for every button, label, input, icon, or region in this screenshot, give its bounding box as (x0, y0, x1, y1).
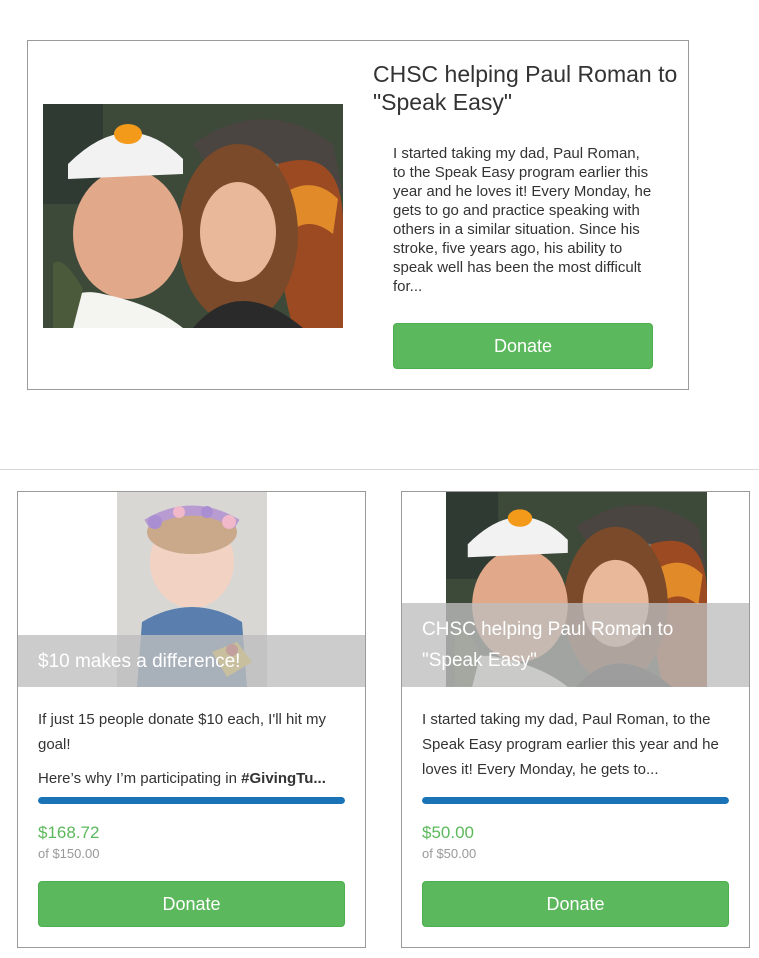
card-description: If just 15 people donate $10 each, I'll … (38, 711, 327, 753)
campaign-card: CHSC helping Paul Roman to "Speak Easy" … (401, 491, 750, 948)
campaign-title[interactable]: CHSC helping Paul Roman to "Speak Easy" (373, 60, 678, 116)
featured-campaign-card: CHSC helping Paul Roman to "Speak Easy" … (27, 40, 689, 390)
donate-button[interactable]: Donate (393, 323, 653, 369)
progress-fill (422, 797, 729, 804)
progress-fill (38, 797, 345, 804)
donate-button[interactable]: Donate (38, 881, 345, 927)
card-participating-text: Here’s why I’m participating in #GivingT… (38, 766, 348, 791)
card-description: I started taking my dad, Paul Roman, to … (422, 711, 719, 778)
campaign-description: I started taking my dad, Paul Roman, to … (393, 145, 652, 295)
selfie-photo-icon (43, 104, 343, 328)
raised-amount: $168.72 (38, 823, 100, 842)
campaign-card-media[interactable]: $10 makes a difference! (18, 492, 365, 687)
campaign-card-media[interactable]: CHSC helping Paul Roman to "Speak Easy" (402, 492, 749, 687)
goal-amount: of $50.00 (422, 846, 477, 861)
progress-bar (422, 797, 729, 804)
donate-button[interactable]: Donate (422, 881, 729, 927)
section-divider (0, 469, 759, 470)
progress-bar (38, 797, 345, 804)
card-overlay-title: $10 makes a difference! (18, 635, 365, 687)
raised-amount: $50.00 (422, 823, 474, 842)
participating-hashtag[interactable]: #GivingTu... (241, 770, 326, 787)
campaign-photo[interactable] (43, 104, 343, 328)
participating-prefix: Here’s why I’m participating in (38, 770, 242, 787)
campaign-card: $10 makes a difference! If just 15 peopl… (17, 491, 366, 948)
goal-amount: of $150.00 (38, 846, 100, 861)
card-overlay-title: CHSC helping Paul Roman to "Speak Easy" (402, 603, 749, 687)
